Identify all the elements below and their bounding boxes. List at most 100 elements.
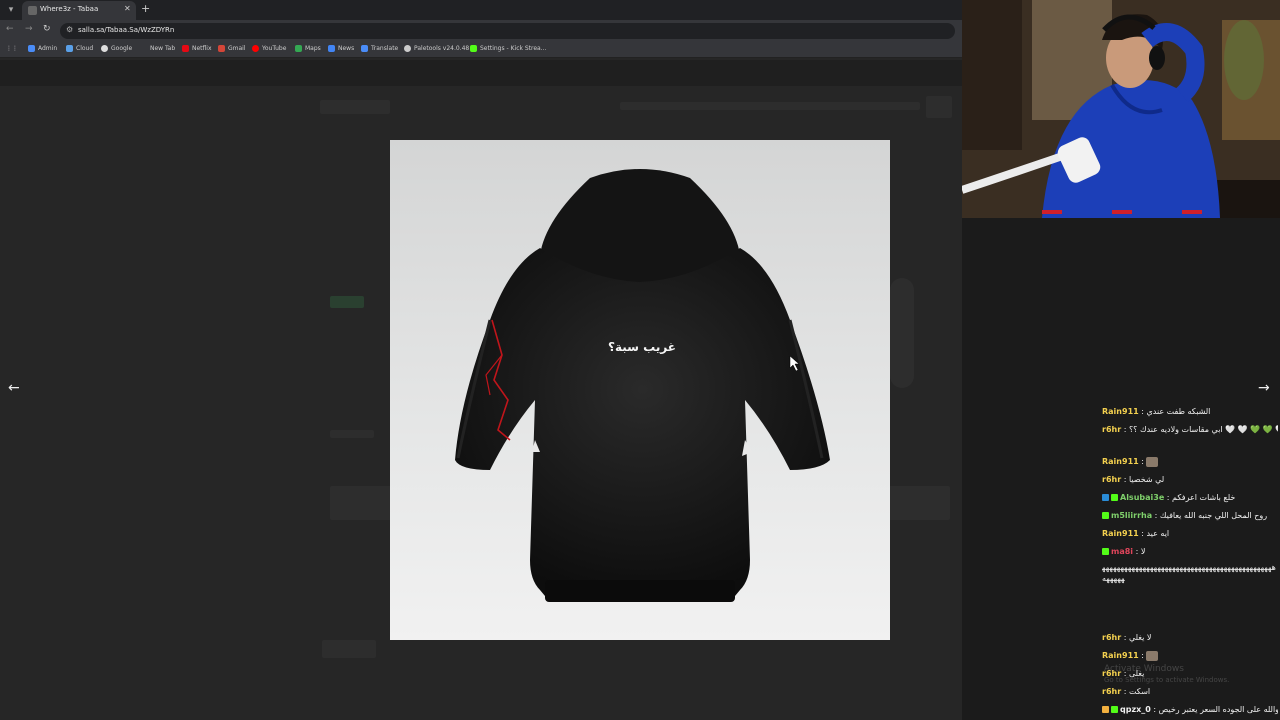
tab-active[interactable]: Where3z - Tabaa ✕ xyxy=(22,1,136,20)
chat-separator: : xyxy=(1150,705,1159,714)
bookmark-kick-settings[interactable]: Settings - Kick Strea... xyxy=(470,45,546,52)
tab-strip: ▾ Where3z - Tabaa ✕ + xyxy=(0,0,962,20)
chat-badge-icon xyxy=(1102,706,1109,713)
chat-username[interactable]: qpzx_0 xyxy=(1120,705,1151,714)
chat-message: Rain911 : xyxy=(1102,456,1278,467)
windows-activation-subtitle: Go to Settings to activate Windows. xyxy=(1104,676,1230,684)
google-favicon-icon xyxy=(101,45,108,52)
chat-text: لا xyxy=(1140,547,1146,556)
bookmark-label: Admin xyxy=(38,45,58,52)
chat-username[interactable]: Rain911 xyxy=(1102,457,1139,466)
chat-emote-icon xyxy=(1146,456,1159,467)
bookmark-label: New Tab xyxy=(150,45,176,52)
chat-username[interactable]: r6hr xyxy=(1102,633,1121,642)
chat-username[interactable]: Rain911 xyxy=(1102,407,1139,416)
store-top-bar xyxy=(0,60,962,86)
tab-favicon-icon xyxy=(28,6,37,15)
chat-badge-icon xyxy=(1102,512,1109,519)
chat-text: لي شخصيا xyxy=(1128,475,1165,484)
site-info-icon[interactable]: ⚙ xyxy=(66,25,73,34)
chat-text: ابي مقاسات ولاديه عندك ؟؟ 🤍 🤍 💚 💚 🤍 xyxy=(1128,425,1278,434)
translate-favicon-icon xyxy=(361,45,368,52)
browser-toolbar: ← → ↻ ⚙ salla.sa/Tabaa.Sa/WzZDYRn xyxy=(0,20,962,42)
chat-message: r6hr : اسكت xyxy=(1102,686,1278,697)
bookmark-label: Cloud xyxy=(76,45,94,52)
bookmark-paletools[interactable]: Paletools v24.0.48 xyxy=(404,45,469,52)
chat-message: Rain911 : xyxy=(1102,650,1278,661)
chat-username[interactable]: Rain911 xyxy=(1102,651,1139,660)
chat-username[interactable]: r6hr xyxy=(1102,425,1121,434)
news-favicon-icon xyxy=(328,45,335,52)
bookmark-label: Google xyxy=(111,45,133,52)
bookmark-translate[interactable]: Translate xyxy=(361,45,398,52)
address-bar[interactable]: ⚙ salla.sa/Tabaa.Sa/WzZDYRn xyxy=(60,23,955,39)
bookmark-google[interactable]: Google xyxy=(101,45,132,52)
bookmark-label: Netflix xyxy=(192,45,212,52)
browser-window: ▾ Where3z - Tabaa ✕ + ← → ↻ ⚙ salla.sa/T… xyxy=(0,0,962,720)
youtube-favicon-icon xyxy=(252,45,259,52)
tab-search-icon[interactable]: ▾ xyxy=(4,3,18,17)
bookmark-label: Paletools v24.0.48 xyxy=(414,45,470,52)
price-text xyxy=(330,430,374,438)
next-image-arrow-icon[interactable]: → xyxy=(1258,380,1270,396)
chat-username[interactable]: Alsubai3e xyxy=(1120,493,1164,502)
product-thumb xyxy=(890,278,914,388)
bookmark-youtube[interactable]: YouTube xyxy=(252,45,286,52)
apps-icon[interactable]: ⋮⋮ xyxy=(6,45,18,52)
stock-badge xyxy=(330,296,364,308)
forward-icon[interactable]: → xyxy=(25,24,33,34)
hoodie-print-text: غريب سبة؟ xyxy=(608,340,676,354)
bookmark-admin[interactable]: Admin xyxy=(28,45,57,52)
bookmark-maps[interactable]: Maps xyxy=(295,45,321,52)
chat-separator: : xyxy=(1121,475,1129,484)
netflix-favicon-icon xyxy=(182,45,189,52)
chat-message: ma8i : لا xyxy=(1102,546,1278,557)
new-tab-button[interactable]: + xyxy=(141,3,150,15)
chat-text: ايه عيد xyxy=(1146,529,1170,538)
bookmark-news[interactable]: News xyxy=(328,45,354,52)
chat-separator: : xyxy=(1121,687,1129,696)
bookmark-label: Translate xyxy=(371,45,399,52)
bookmarks-bar: ⋮⋮ Admin Cloud Google New Tab Netflix Gm… xyxy=(0,42,962,58)
store-nav-menu xyxy=(620,102,920,110)
chat-username[interactable]: r6hr xyxy=(1102,475,1121,484)
chat-username[interactable]: Rain911 xyxy=(1102,529,1139,538)
back-icon[interactable]: ← xyxy=(6,24,14,34)
streamer-camera-image xyxy=(962,0,1280,218)
chat-separator: : xyxy=(1152,511,1160,520)
bookmark-label: YouTube xyxy=(262,45,287,52)
chat-badge-icon xyxy=(1111,494,1118,501)
cart-area xyxy=(320,100,390,114)
prev-image-arrow-icon[interactable]: ← xyxy=(8,380,20,396)
chat-badge-icon xyxy=(1102,494,1109,501)
bookmark-netflix[interactable]: Netflix xyxy=(182,45,212,52)
webcam-overlay xyxy=(962,0,1280,218)
chat-text: الشبكه طفت عندي xyxy=(1146,407,1211,416)
bookmark-label: News xyxy=(338,45,355,52)
chat-separator: : xyxy=(1121,425,1129,434)
chat-separator: : xyxy=(1138,651,1147,660)
bookmark-new-tab[interactable]: New Tab xyxy=(140,45,175,52)
kick-favicon-icon xyxy=(470,45,477,52)
hoodie-image xyxy=(455,169,830,602)
chat-username[interactable]: ma8i xyxy=(1111,547,1133,556)
chat-username[interactable]: m5liirrha xyxy=(1111,511,1152,520)
chat-message: Alsubai3e : خلع باشات اعرفكم xyxy=(1102,492,1278,503)
bookmark-label: Maps xyxy=(305,45,321,52)
chat-message: r6hr : ابي مقاسات ولاديه عندك ؟؟ 🤍 🤍 💚 💚… xyxy=(1102,424,1278,435)
windows-activation-title: Activate Windows xyxy=(1104,664,1184,674)
chat-message: Rain911 : ايه عيد xyxy=(1102,528,1278,539)
gmail-favicon-icon xyxy=(218,45,225,52)
reload-icon[interactable]: ↻ xyxy=(43,24,51,34)
chat-message: qpzx_0 : والله على الجوده السعر يعتبر رخ… xyxy=(1102,704,1278,715)
bookmark-gmail[interactable]: Gmail xyxy=(218,45,246,52)
chat-separator: : xyxy=(1138,457,1147,466)
bookmark-label: Settings - Kick Strea... xyxy=(480,45,547,52)
product-image-modal[interactable]: غريب سبة؟ xyxy=(390,140,890,640)
cloud-favicon-icon xyxy=(66,45,73,52)
chat-badge-icon xyxy=(1102,548,1109,555)
tab-close-icon[interactable]: ✕ xyxy=(124,4,131,13)
chat-username[interactable]: r6hr xyxy=(1102,687,1121,696)
bookmark-cloud[interactable]: Cloud xyxy=(66,45,93,52)
chat-text: لا يغلي xyxy=(1128,633,1152,642)
